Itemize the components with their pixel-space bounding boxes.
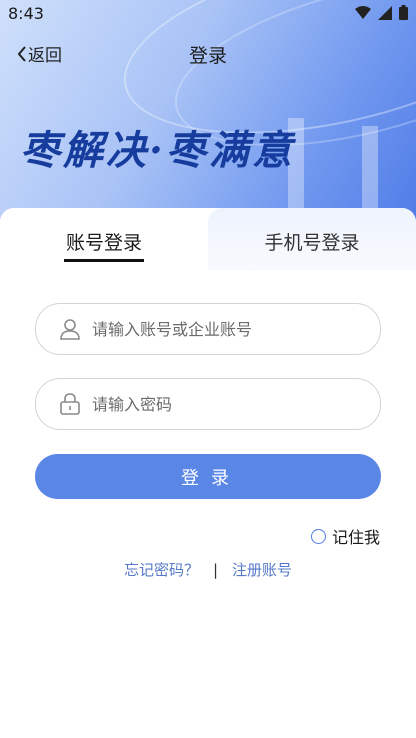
- tab-phone-login[interactable]: 手机号登录: [208, 208, 416, 270]
- remember-label: 记住我: [331, 528, 380, 547]
- user-icon: [60, 319, 80, 340]
- tab-label: 账号登录: [65, 232, 142, 254]
- tab-label: 手机号登录: [264, 232, 360, 254]
- auth-links: 忘记密码？ | 注册账号: [0, 559, 416, 580]
- status-bar: 8:43: [0, 0, 416, 28]
- remember-radio[interactable]: [310, 528, 326, 544]
- signal-icon: [378, 5, 392, 20]
- password-field[interactable]: [35, 378, 381, 430]
- wifi-icon: [355, 5, 371, 19]
- register-link[interactable]: 注册账号: [232, 559, 292, 580]
- login-button[interactable]: 登录: [35, 454, 381, 499]
- active-tab-indicator: [64, 259, 144, 262]
- hero-slogan: 枣解决·枣满意: [20, 127, 295, 174]
- status-time: 8:43: [8, 4, 44, 23]
- remember-me[interactable]: 记住我: [310, 524, 380, 548]
- account-field[interactable]: [35, 303, 381, 355]
- lock-icon: [60, 393, 80, 415]
- account-input[interactable]: [90, 318, 354, 340]
- page-title: 登录: [188, 45, 227, 67]
- nav-bar: 返回 登录: [0, 36, 416, 70]
- link-separator: |: [212, 560, 219, 579]
- battery-icon: [399, 5, 408, 20]
- password-input[interactable]: [90, 393, 354, 415]
- hero-banner: [0, 0, 416, 232]
- forgot-password-link[interactable]: 忘记密码？: [124, 559, 199, 580]
